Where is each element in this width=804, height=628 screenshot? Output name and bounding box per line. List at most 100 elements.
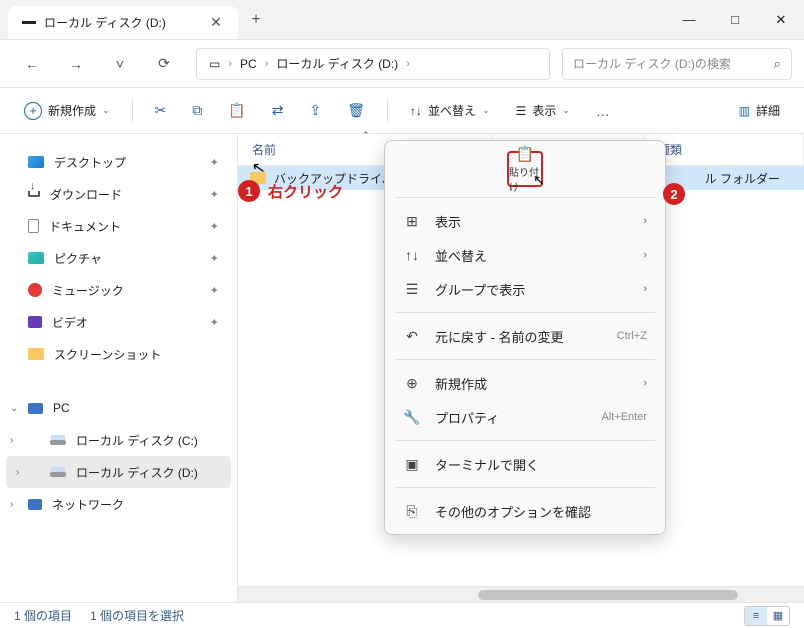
context-item-new[interactable]: ⊕新規作成›	[391, 366, 659, 400]
sort-button[interactable]: ↑↓ 並べ替え ⌄	[400, 96, 500, 126]
sidebar-item-documents[interactable]: ドキュメント✦	[0, 210, 237, 242]
breadcrumb-pc[interactable]: PC	[236, 55, 261, 73]
sidebar-item-drive-c[interactable]: ›ローカル ディスク (C:)	[0, 424, 237, 456]
context-item-properties[interactable]: 🔧プロパティAlt+Enter	[391, 400, 659, 434]
pin-icon: ✦	[210, 156, 219, 169]
window-maximize-button[interactable]: □	[712, 0, 758, 39]
share-button[interactable]: ⇪	[299, 96, 331, 126]
sort-indicator-icon: ⌃	[362, 130, 370, 141]
main-area: デスクトップ✦ ダウンロード✦ ドキュメント✦ ピクチャ✦ ミュージック✦ ビデ…	[0, 134, 804, 602]
window-minimize-button[interactable]: —	[666, 0, 712, 39]
new-tab-button[interactable]: +	[238, 0, 274, 39]
chevron-right-icon: ›	[643, 377, 647, 389]
sidebar-item-pictures[interactable]: ピクチャ✦	[0, 242, 237, 274]
chevron-down-icon: ⌄	[562, 105, 570, 116]
chevron-down-icon[interactable]: ⌄	[10, 403, 18, 414]
sidebar-item-videos[interactable]: ビデオ✦	[0, 306, 237, 338]
context-menu-icon-row: 📋 貼り付け ↖	[391, 147, 659, 191]
toolbar: + 新規作成 ⌄ ✂ ⧉ 📋 ⇄ ⇪ 🗑 ↑↓ 並べ替え ⌄ ☰ 表示 ⌄ … …	[0, 88, 804, 134]
view-icon: ☰	[516, 104, 527, 118]
separator	[132, 100, 133, 122]
search-icon: ⌕	[774, 56, 781, 72]
separator	[387, 100, 388, 122]
plus-circle-icon: +	[24, 102, 42, 120]
horizontal-scrollbar[interactable]	[238, 586, 804, 602]
chevron-right-icon: ›	[643, 249, 647, 261]
pin-icon: ✦	[210, 188, 219, 201]
annotation-badge: 1	[238, 180, 260, 202]
refresh-button[interactable]: ⟳	[144, 48, 184, 80]
delete-button[interactable]: 🗑	[337, 96, 375, 126]
details-pane-button[interactable]: ▥ 詳細	[729, 96, 790, 126]
context-paste-button[interactable]: 📋 貼り付け ↖	[507, 151, 543, 187]
more-button[interactable]: …	[586, 96, 621, 126]
pin-icon: ✦	[210, 220, 219, 233]
undo-icon: ↶	[403, 328, 421, 345]
file-list: ⌃ 名前 更新日時 種類 バックアップドライバ ル フォルダー ↖ 1 右クリッ…	[238, 134, 804, 602]
tab-close-icon[interactable]: ✕	[208, 14, 224, 31]
rename-button[interactable]: ⇄	[262, 96, 294, 126]
drive-icon	[50, 472, 66, 477]
forward-button[interactable]: →	[56, 48, 96, 80]
sidebar-item-pc[interactable]: ⌄PC	[0, 392, 237, 424]
chevron-right-icon[interactable]: ›	[10, 435, 13, 446]
sidebar-item-desktop[interactable]: デスクトップ✦	[0, 146, 237, 178]
sidebar-item-music[interactable]: ミュージック✦	[0, 274, 237, 306]
annotation-step-1: 1 右クリック	[238, 180, 343, 202]
search-placeholder: ローカル ディスク (D:)の検索	[573, 55, 731, 72]
pin-icon: ✦	[210, 252, 219, 265]
paste-button[interactable]: 📋	[218, 96, 255, 126]
chevron-down-icon: ⌄	[482, 105, 490, 116]
sort-icon: ↑↓	[403, 247, 421, 263]
details-icon: ▥	[739, 104, 750, 118]
tab-active[interactable]: ローカル ディスク (D:) ✕	[8, 6, 238, 39]
breadcrumb[interactable]: ▭ › PC › ローカル ディスク (D:) ›	[196, 48, 550, 80]
context-item-undo[interactable]: ↶元に戻す - 名前の変更Ctrl+Z	[391, 319, 659, 353]
tiles-view-button[interactable]: ▦	[767, 607, 789, 625]
file-type: ル フォルダー	[705, 170, 804, 187]
breadcrumb-drive[interactable]: ローカル ディスク (D:)	[272, 53, 402, 74]
sidebar: デスクトップ✦ ダウンロード✦ ドキュメント✦ ピクチャ✦ ミュージック✦ ビデ…	[0, 134, 238, 602]
chevron-right-icon: ›	[228, 58, 232, 70]
pc-icon	[28, 403, 43, 414]
up-button[interactable]: ˅	[100, 48, 140, 80]
video-icon	[28, 316, 42, 328]
pictures-icon	[28, 252, 44, 264]
new-button[interactable]: + 新規作成 ⌄	[14, 96, 120, 126]
context-item-sort[interactable]: ↑↓並べ替え›	[391, 238, 659, 272]
context-item-view[interactable]: ⊞表示›	[391, 204, 659, 238]
sidebar-item-downloads[interactable]: ダウンロード✦	[0, 178, 237, 210]
sidebar-item-network[interactable]: ›ネットワーク	[0, 488, 237, 520]
back-button[interactable]: ←	[12, 48, 52, 80]
status-item-count: 1 個の項目	[14, 607, 72, 624]
copy-button[interactable]: ⧉	[182, 96, 212, 126]
chevron-right-icon[interactable]: ›	[16, 467, 19, 478]
tab-title: ローカル ディスク (D:)	[44, 14, 200, 31]
more-options-icon: ⎘	[403, 503, 421, 520]
pin-icon: ✦	[210, 316, 219, 329]
column-header-type[interactable]: 種類	[644, 134, 804, 165]
context-item-more-options[interactable]: ⎘その他のオプションを確認	[391, 494, 659, 528]
menu-separator	[395, 312, 655, 313]
window-close-button[interactable]: ✕	[758, 0, 804, 39]
details-view-button[interactable]: ≡	[745, 607, 767, 625]
document-icon	[28, 219, 39, 233]
scrollbar-thumb[interactable]	[478, 590, 738, 600]
menu-separator	[395, 487, 655, 488]
context-item-group[interactable]: ☰グループで表示›	[391, 272, 659, 306]
search-input[interactable]: ローカル ディスク (D:)の検索 ⌕	[562, 48, 792, 80]
sidebar-item-screenshots[interactable]: スクリーンショット	[0, 338, 237, 370]
chevron-down-icon: ⌄	[102, 105, 110, 116]
sidebar-item-drive-d[interactable]: ›ローカル ディスク (D:)	[6, 456, 231, 488]
desktop-icon	[28, 156, 44, 168]
view-button[interactable]: ☰ 表示 ⌄	[506, 96, 580, 126]
menu-separator	[395, 359, 655, 360]
context-item-terminal[interactable]: ▣ターミナルで開く	[391, 447, 659, 481]
cut-button[interactable]: ✂	[145, 96, 177, 126]
chevron-right-icon: ›	[265, 58, 269, 70]
drive-icon	[50, 440, 66, 445]
navigation-bar: ← → ˅ ⟳ ▭ › PC › ローカル ディスク (D:) › ローカル デ…	[0, 40, 804, 88]
wrench-icon: 🔧	[403, 409, 421, 426]
view-toggle[interactable]: ≡ ▦	[744, 606, 790, 626]
chevron-right-icon[interactable]: ›	[10, 499, 13, 510]
